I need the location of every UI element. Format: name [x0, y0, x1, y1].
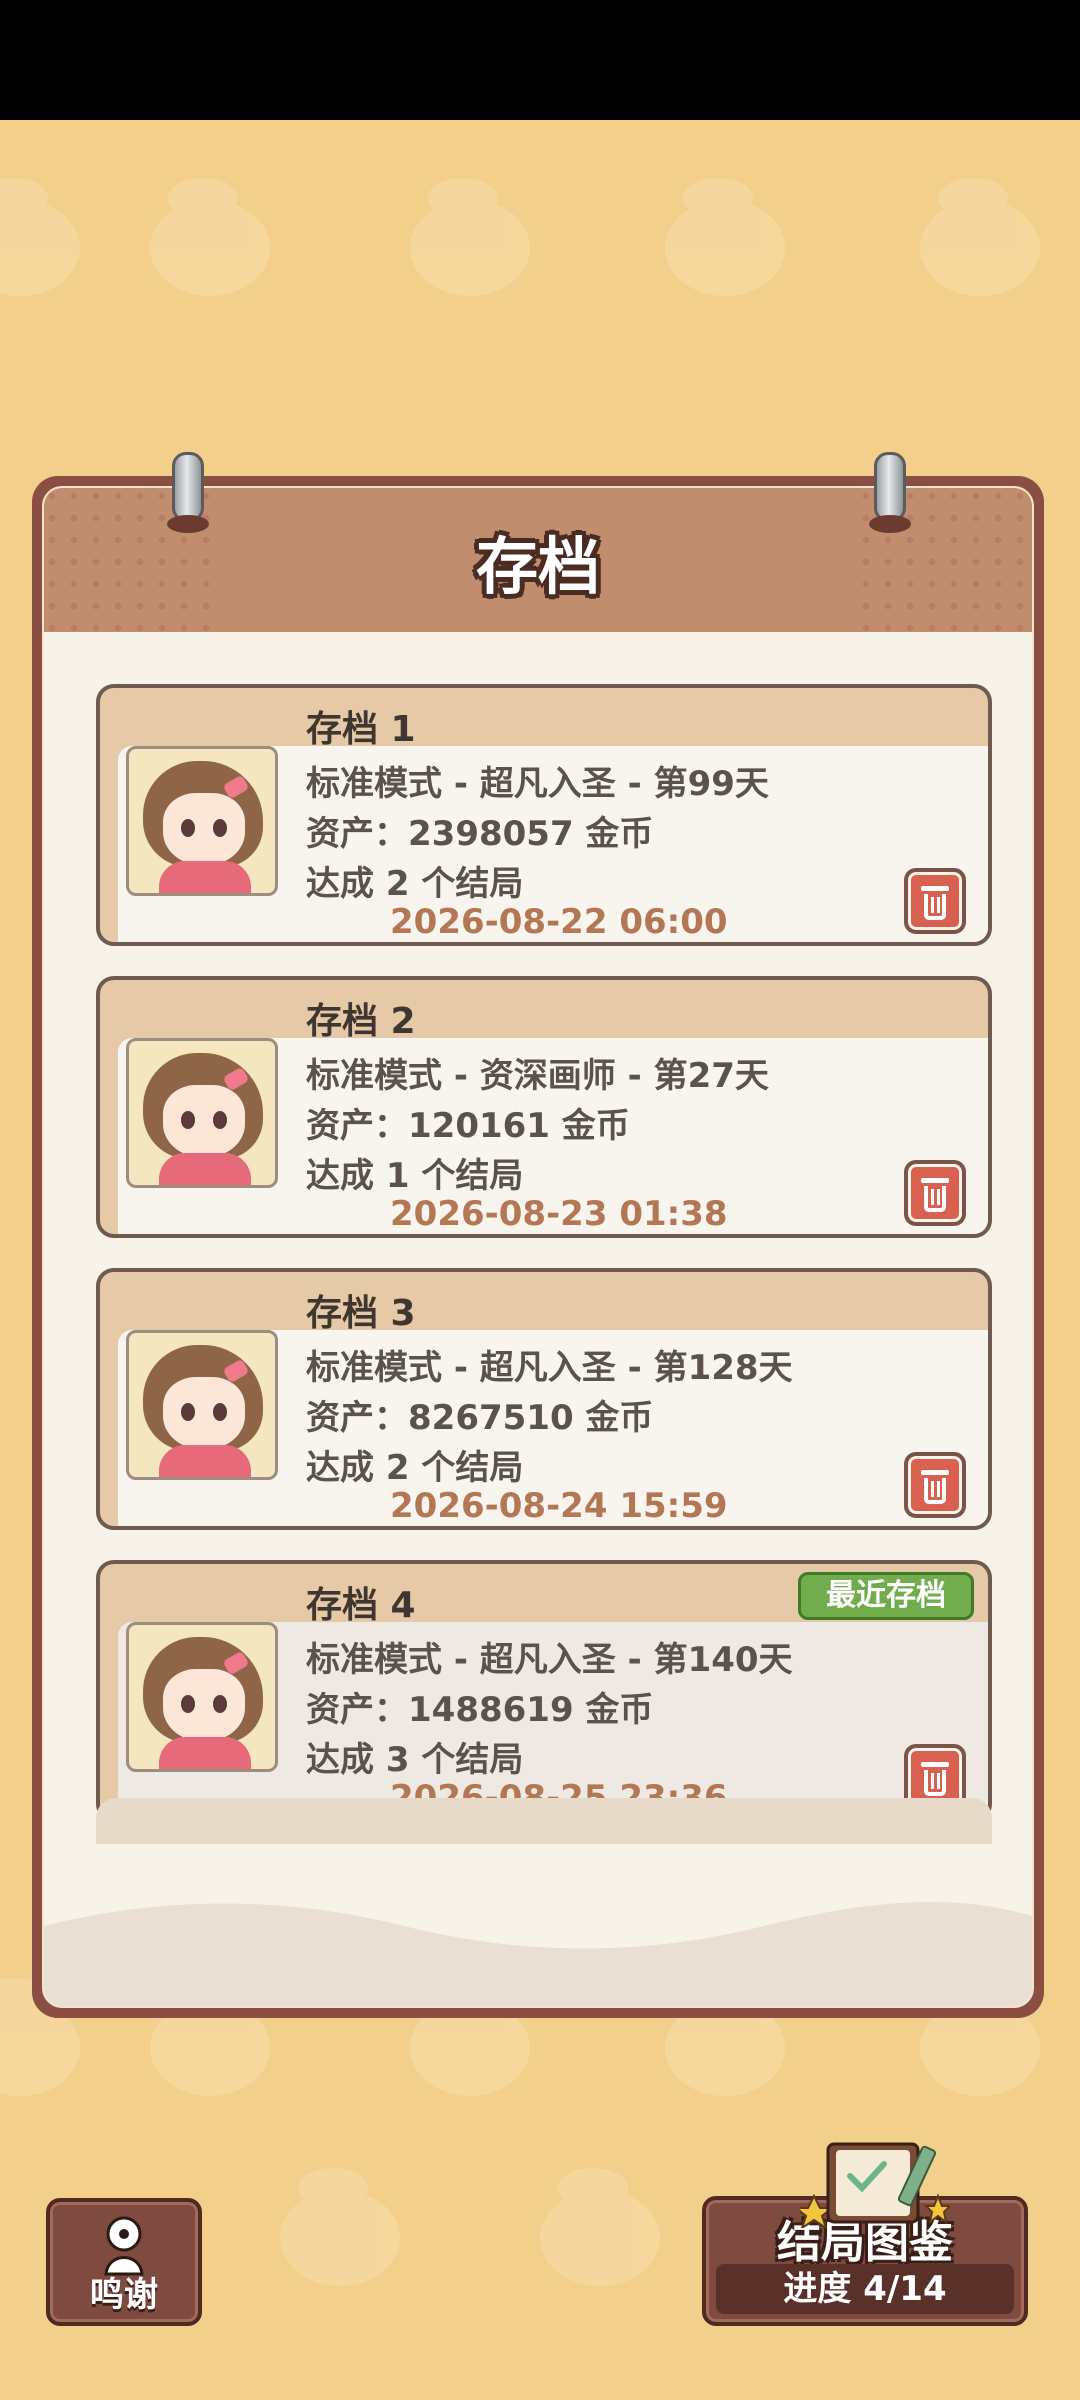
credits-label: 鸣谢 [90, 2275, 158, 2315]
binder-ring-left [167, 452, 209, 533]
save-slot-assets: 资产：2398057 金币 [306, 814, 654, 854]
save-slot-endings: 达成 3 个结局 [306, 1740, 524, 1780]
character-portrait [126, 1330, 278, 1480]
save-slot-partial[interactable] [96, 1798, 992, 1844]
save-slot-card[interactable]: 存档 1 标准模式 - 超凡入圣 - 第99天 资产：2398057 金币 达成… [96, 684, 992, 946]
save-slot-assets: 资产：120161 金币 [306, 1106, 630, 1146]
delete-save-button[interactable] [904, 1452, 966, 1518]
save-slot-title: 存档 1 [306, 709, 416, 750]
save-slot-date: 2026-08-22 06:00 [390, 902, 728, 942]
endings-progress: 进度 4/14 [716, 2264, 1014, 2314]
recent-save-badge: 最近存档 [798, 1572, 974, 1620]
trash-icon [921, 886, 949, 891]
save-slot-date: 2026-08-23 01:38 [390, 1194, 728, 1234]
save-slot-card[interactable]: 存档 3 标准模式 - 超凡入圣 - 第128天 资产：8267510 金币 达… [96, 1268, 992, 1530]
trash-icon [921, 1470, 949, 1475]
panel-wave-decoration [44, 1902, 1032, 2006]
save-slot-endings: 达成 2 个结局 [306, 1448, 524, 1488]
save-slot-card[interactable]: 存档 2 标准模式 - 资深画师 - 第27天 资产：120161 金币 达成 … [96, 976, 992, 1238]
save-slot-mode: 标准模式 - 资深画师 - 第27天 [306, 1056, 769, 1096]
trash-icon [921, 1178, 949, 1183]
save-slot-card[interactable]: 存档 4 标准模式 - 超凡入圣 - 第140天 资产：1488619 金币 达… [96, 1560, 992, 1822]
save-slot-endings: 达成 2 个结局 [306, 864, 524, 904]
save-slot-mode: 标准模式 - 超凡入圣 - 第140天 [306, 1640, 793, 1680]
save-slot-title: 存档 2 [306, 1001, 416, 1042]
status-bar [0, 0, 1080, 120]
save-panel: 存档 存档 1 标准模式 - 超凡入圣 - 第99天 资产：2398057 金币… [32, 476, 1044, 2018]
save-slot-title: 存档 3 [306, 1293, 416, 1334]
save-slot-assets: 资产：8267510 金币 [306, 1398, 654, 1438]
save-panel-inner: 存档 存档 1 标准模式 - 超凡入圣 - 第99天 资产：2398057 金币… [42, 486, 1034, 2008]
save-slot-assets: 资产：1488619 金币 [306, 1690, 654, 1730]
delete-save-button[interactable] [904, 1160, 966, 1226]
character-portrait [126, 746, 278, 896]
save-slot-mode: 标准模式 - 超凡入圣 - 第128天 [306, 1348, 793, 1388]
save-slot-endings: 达成 1 个结局 [306, 1156, 524, 1196]
trash-icon [921, 1762, 949, 1767]
character-portrait [126, 1622, 278, 1772]
save-slot-title: 存档 4 [306, 1585, 416, 1626]
credits-button[interactable]: 鸣谢 [46, 2198, 202, 2326]
save-slot-date: 2026-08-24 15:59 [390, 1486, 728, 1526]
delete-save-button[interactable] [904, 868, 966, 934]
save-slot-mode: 标准模式 - 超凡入圣 - 第99天 [306, 764, 769, 804]
binder-ring-right [869, 452, 911, 533]
book-icon [800, 2142, 950, 2228]
character-portrait [126, 1038, 278, 1188]
